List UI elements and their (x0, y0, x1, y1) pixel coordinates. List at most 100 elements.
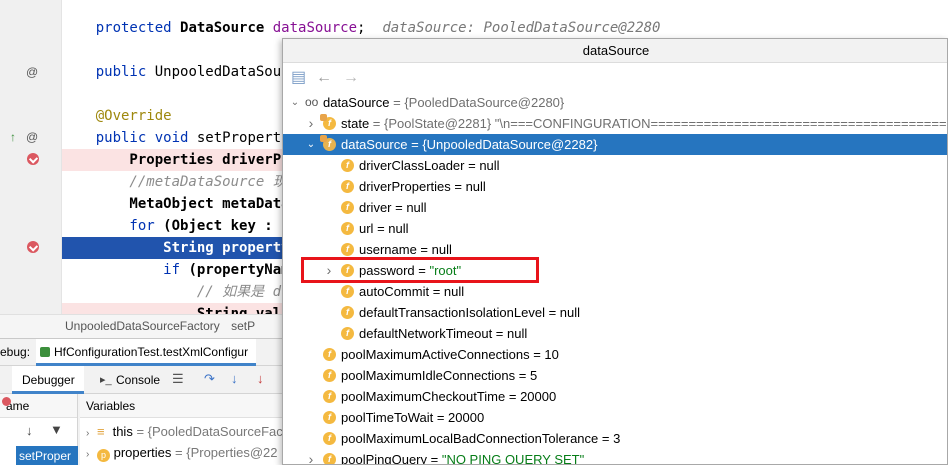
keyword: public (95, 64, 155, 80)
debug-label: ebug: (0, 345, 31, 359)
tree-row[interactable]: ⌄ oo dataSource = {PooledDataSource@2280} (283, 92, 947, 113)
chevron-right-icon[interactable]: › (305, 113, 317, 134)
code-text: MetaObject metaDataS (95, 196, 299, 212)
override-marker-icon-2[interactable]: @ (26, 130, 38, 144)
tree-row-label: autoCommit = null (359, 281, 464, 302)
tree-row[interactable]: f driverProperties = null (283, 176, 947, 197)
tree-row[interactable]: ⌄ f dataSource = {UnpooledDataSource@2282} (283, 134, 947, 155)
field-value: = null (391, 200, 427, 215)
tree-row[interactable]: › f state = {PoolState@2281} "\n===CONFING… (283, 113, 947, 134)
comment: // 如果是 dri (95, 284, 298, 300)
watch-glasses-icon: oo (305, 95, 319, 109)
tree-row-label: poolTimeToWait = 20000 (341, 407, 484, 428)
back-arrow-icon[interactable]: ← (316, 69, 332, 87)
tree-row[interactable]: f poolMaximumIdleConnections = 5 (283, 365, 947, 386)
variable-row[interactable]: › ≡ this = {PooledDataSourceFac (86, 421, 283, 442)
junit-icon (40, 347, 50, 357)
frames-header: ame ▾≡2 (0, 394, 77, 465)
field-name: driverClassLoader (359, 158, 465, 173)
down-arrow-icon[interactable]: ↓ (26, 423, 33, 438)
variable-name: properties (113, 445, 172, 460)
tree-row-label: dataSource = {PooledDataSource@2280} (323, 92, 564, 113)
popup-title[interactable]: dataSource (283, 39, 947, 63)
semicolon: ; (357, 20, 383, 36)
field-icon: f (341, 222, 354, 235)
step-into-icon[interactable]: ↓ (231, 372, 238, 386)
expand-arrow-icon[interactable]: › (86, 449, 89, 460)
field-icon: f (341, 327, 354, 340)
chevron-down-icon[interactable]: ⌄ (289, 92, 301, 113)
field-value: = 20000 (505, 389, 557, 404)
tree-row-label: defaultTransactionIsolationLevel = null (359, 302, 580, 323)
tree-row[interactable]: f url = null (283, 218, 947, 239)
editor-gutter[interactable]: @ ↑ @ (0, 0, 62, 338)
menu-icon[interactable]: ☰ (172, 372, 184, 386)
variable-row[interactable]: › p properties = {Properties@22 (86, 442, 277, 463)
code-text: Properties driverPro (95, 152, 299, 168)
tab-console-label: Console (116, 373, 161, 387)
keyword: for (95, 218, 164, 234)
field-value: = null (544, 305, 581, 320)
tree-row[interactable]: f driver = null (283, 197, 947, 218)
field-value: = {PooledDataSource@2280} (389, 95, 565, 110)
forward-arrow-icon[interactable]: → (343, 69, 359, 87)
field-name: poolPingQuery (341, 452, 427, 465)
console-icon: ▸_ (100, 374, 112, 386)
debug-session-tab[interactable]: HfConfigurationTest.testXmlConfigur (36, 339, 257, 366)
expand-arrow-icon[interactable]: › (86, 428, 89, 439)
field-icon: f (323, 369, 336, 382)
tree-row-label: state = {PoolState@2281} "\n===CONFINGUR… (341, 113, 947, 134)
tree-row[interactable]: f defaultNetworkTimeout = null (283, 323, 947, 344)
tree-row-label: poolMaximumLocalBadConnectionTolerance =… (341, 428, 620, 449)
chevron-down-icon[interactable]: ⌄ (305, 134, 317, 155)
field-name: username (359, 242, 417, 257)
field-icon: f (323, 432, 336, 445)
field-value: = {UnpooledDataSource@2282} (407, 137, 598, 152)
override-marker-icon[interactable]: @ (26, 65, 38, 79)
tree-row[interactable]: f driverClassLoader = null (283, 155, 947, 176)
breadcrumb-item[interactable]: setP (231, 319, 255, 333)
field-value: = 20000 (433, 410, 485, 425)
tree-row-label: poolMaximumCheckoutTime = 20000 (341, 386, 556, 407)
code-text: String value (95, 306, 299, 314)
field-value: = 3 (598, 431, 621, 446)
breadcrumb-item[interactable]: UnpooledDataSourceFactory (65, 319, 220, 333)
field-value: "NO PING QUERY SET" (441, 452, 585, 465)
breakpoint-icon-current[interactable] (27, 241, 39, 253)
field-value: = null (450, 179, 486, 194)
filter-icon[interactable]: ▼ (50, 422, 63, 437)
tree-row[interactable]: f defaultTransactionIsolationLevel = null (283, 302, 947, 323)
stop-icon[interactable] (2, 397, 11, 406)
inline-debug-hint: dataSource: PooledDataSource@2280 (382, 20, 661, 36)
tree-row-label: poolPingQuery = "NO PING QUERY SET" (341, 449, 585, 465)
implements-marker-icon[interactable]: ↑ (10, 130, 16, 144)
field-value: = null (464, 158, 500, 173)
tree-icon[interactable]: ▤ (291, 69, 306, 87)
frame-item[interactable]: setProper (16, 446, 78, 465)
tree-row[interactable]: f autoCommit = null (283, 281, 947, 302)
field-name: dataSource (341, 137, 408, 152)
field-name: defaultNetworkTimeout (359, 326, 493, 341)
highlight-annotation-box (301, 257, 539, 283)
chevron-right-icon[interactable]: › (305, 449, 317, 464)
field-name: defaultTransactionIsolationLevel (359, 305, 545, 320)
variable-name: this (112, 424, 133, 439)
step-over-icon[interactable]: ↷ (204, 372, 215, 386)
force-step-into-icon[interactable]: ↓ (257, 372, 264, 386)
tree-row[interactable]: f poolMaximumCheckoutTime = 20000 (283, 386, 947, 407)
field-value: = null (416, 242, 452, 257)
field-icon: f (341, 159, 354, 172)
field-icon: f (341, 201, 354, 214)
field-icon: f (320, 135, 336, 151)
tab-debugger[interactable]: Debugger (12, 366, 84, 394)
breakpoint-icon[interactable] (27, 153, 39, 165)
tab-console[interactable]: ▸_ Console (98, 366, 164, 394)
field-icon: f (341, 180, 354, 193)
tree-row[interactable]: f poolTimeToWait = 20000 (283, 407, 947, 428)
field-name: poolTimeToWait (341, 410, 434, 425)
tree-row[interactable]: f poolMaximumLocalBadConnectionTolerance … (283, 428, 947, 449)
tree-row[interactable]: f poolMaximumActiveConnections = 10 (283, 344, 947, 365)
tree-row[interactable]: › f poolPingQuery = "NO PING QUERY SET" (283, 449, 947, 465)
field-name: driverProperties (359, 179, 451, 194)
comment: //metaDataSource 现有 (95, 174, 301, 190)
